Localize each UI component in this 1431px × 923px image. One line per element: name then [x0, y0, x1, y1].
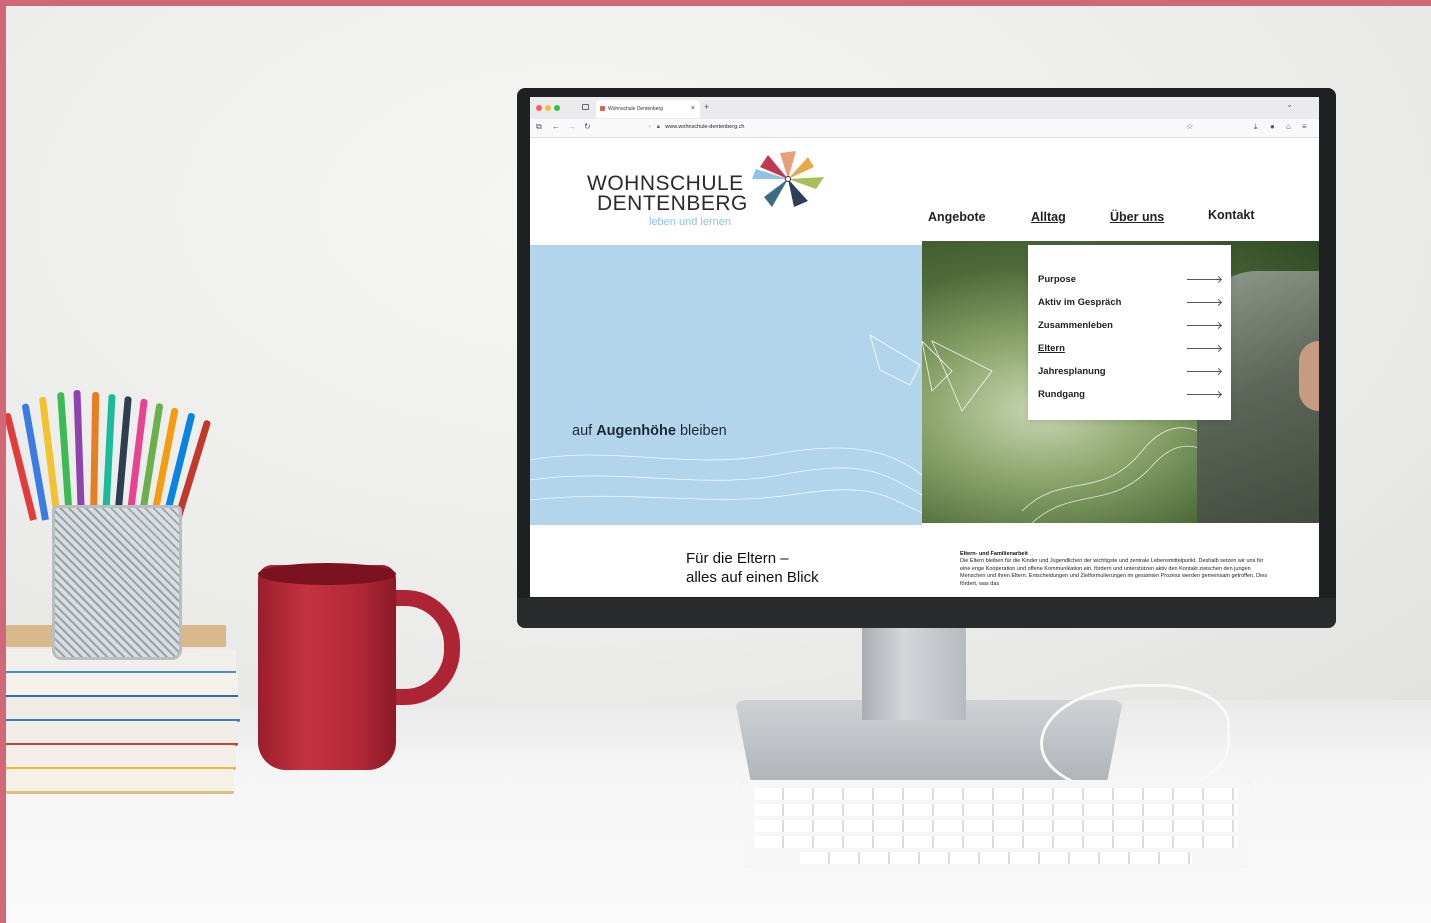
reload-icon[interactable]: ↻	[584, 122, 591, 131]
nav-angebote[interactable]: Angebote	[928, 210, 986, 224]
logo-line-2: DENTENBERG	[597, 192, 748, 215]
hero-tagline: auf Augenhöhe bleiben	[572, 423, 727, 439]
tab-close-icon[interactable]: ×	[691, 100, 695, 118]
nav-alltag[interactable]: Alltag	[1031, 210, 1066, 224]
download-icon[interactable]: ⤓	[1254, 122, 1258, 132]
red-mug	[258, 565, 396, 770]
new-tab-button[interactable]: +	[704, 102, 709, 112]
extensions-icon[interactable]: ⌂	[1286, 122, 1291, 131]
account-icon[interactable]: ●	[1270, 122, 1275, 131]
sidebar-icon[interactable]: ⧉	[536, 122, 542, 132]
section-title: Für die Eltern – alles auf einen Blick	[686, 550, 819, 586]
pencil-cup	[52, 505, 182, 660]
back-arrow-icon[interactable]: ←	[552, 122, 560, 131]
chevron-down-icon[interactable]: ⌄	[1286, 100, 1293, 109]
menu-icon[interactable]: ≡	[1302, 122, 1307, 131]
arrow-right-icon	[1187, 371, 1221, 372]
website: WOHNSCHULE DENTENBERG leben und lernen A…	[530, 137, 1319, 597]
tab-title: Wohnschule Dentenberg	[608, 106, 663, 112]
alltag-dropdown-menu: Purpose Aktiv im Gespräch Zusammenleben …	[1028, 245, 1231, 420]
browser-tab[interactable]: Wohnschule Dentenberg ×	[596, 100, 700, 118]
section-body-text: Die Eltern bleiben für die Kinder und Ju…	[960, 558, 1268, 587]
nav-kontakt[interactable]: Kontakt	[1208, 208, 1255, 222]
tab-overview-icon[interactable]	[582, 104, 589, 110]
tab-favicon-icon	[600, 106, 605, 111]
arrow-right-icon	[1187, 394, 1221, 395]
maximize-window-dot[interactable]	[554, 105, 560, 111]
address-bar[interactable]: ◌ 🔒︎ www.wohnschule-dentenberg.ch	[648, 121, 1188, 134]
site-logo[interactable]: WOHNSCHULE DENTENBERG leben und lernen	[587, 172, 757, 228]
dropdown-item-eltern[interactable]: Eltern	[1038, 340, 1221, 358]
lock-icon: 🔒︎	[656, 124, 660, 130]
browser-tab-bar: Wohnschule Dentenberg × + ⌄	[530, 97, 1319, 119]
nav-ueber-uns[interactable]: Über uns	[1110, 210, 1164, 224]
monitor-stand-neck	[862, 628, 966, 720]
hero-wave-lines	[530, 334, 922, 514]
monitor-chin	[517, 598, 1336, 628]
dropdown-item-aktiv-im-gespraech[interactable]: Aktiv im Gespräch	[1038, 294, 1221, 312]
section-heading: Eltern- und Familienarbeit	[960, 551, 1028, 557]
shield-icon: ◌	[648, 124, 652, 130]
parents-section: Für die Eltern – alles auf einen Blick E…	[530, 525, 1319, 597]
monitor-screen: Wohnschule Dentenberg × + ⌄ ⧉ ← → ↻ ◌ 🔒︎…	[530, 97, 1319, 597]
dropdown-item-rundgang[interactable]: Rundgang	[1038, 386, 1221, 404]
dropdown-item-jahresplanung[interactable]: Jahresplanung	[1038, 363, 1221, 381]
minimize-window-dot[interactable]	[545, 105, 551, 111]
logo-tagline: leben und lernen	[649, 216, 731, 228]
browser-toolbar: ⧉ ← → ↻ ◌ 🔒︎ www.wohnschule-dentenberg.c…	[530, 119, 1319, 138]
forward-arrow-icon[interactable]: →	[568, 122, 576, 131]
arrow-right-icon	[1187, 325, 1221, 326]
arrow-right-icon	[1187, 302, 1221, 303]
close-window-dot[interactable]	[536, 105, 542, 111]
arrow-right-icon	[1187, 279, 1221, 280]
hero-blue-panel: auf Augenhöhe bleiben	[530, 245, 922, 525]
logo-line-1: WOHNSCHULE	[587, 172, 744, 195]
colored-pencils	[3, 389, 212, 522]
arrow-right-icon	[1187, 348, 1221, 349]
dropdown-item-purpose[interactable]: Purpose	[1038, 271, 1221, 289]
mug-rim	[258, 563, 396, 585]
url-text: www.wohnschule-dentenberg.ch	[665, 124, 745, 130]
star-icon[interactable]: ☆	[1186, 122, 1193, 131]
keyboard	[740, 780, 1252, 868]
pinwheel-logo-icon	[752, 151, 824, 207]
dropdown-item-zusammenleben[interactable]: Zusammenleben	[1038, 317, 1221, 335]
